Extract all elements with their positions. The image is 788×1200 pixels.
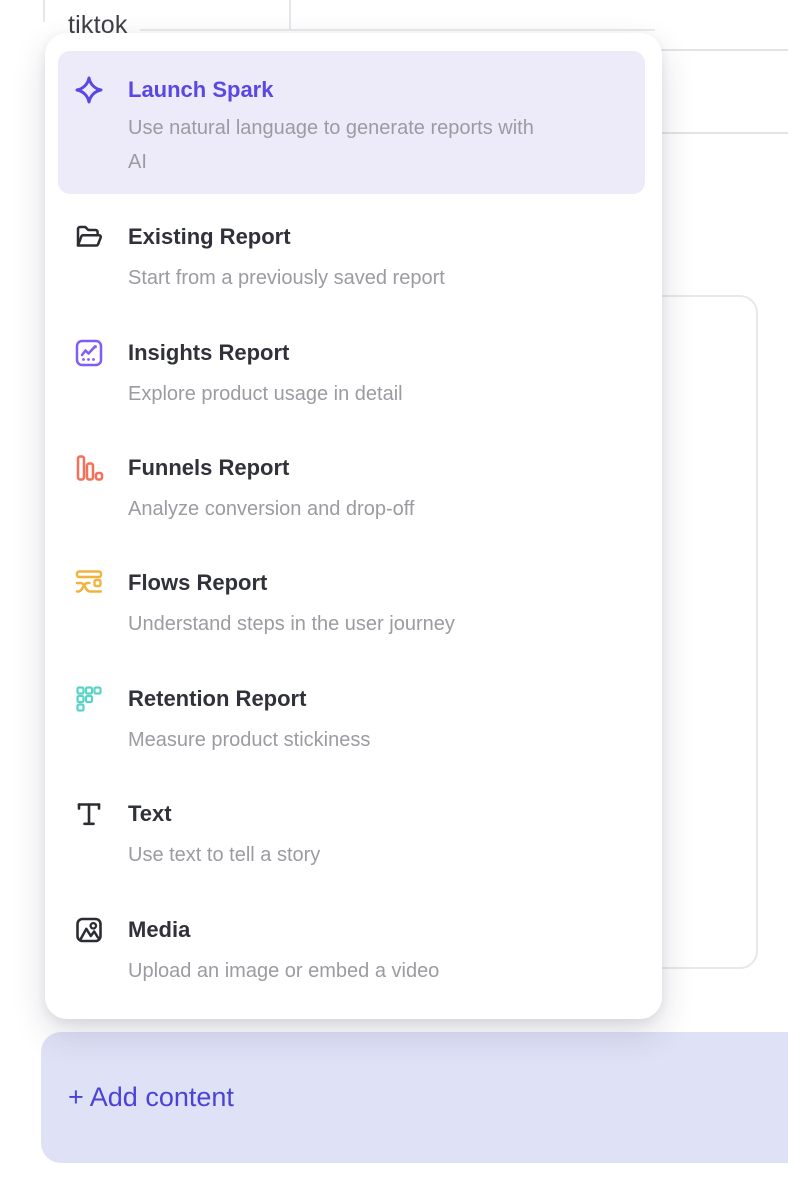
- menu-item-subtitle: Explore product usage in detail: [128, 379, 403, 409]
- board-row-divider: [660, 132, 788, 134]
- screen: tiktok Launch Spark Use natural language…: [0, 0, 788, 1200]
- menu-item-title: Media: [128, 915, 439, 945]
- menu-item-text: Launch Spark Use natural language to gen…: [128, 75, 534, 194]
- menu-item-title: Text: [128, 799, 320, 829]
- menu-item-subtitle: Understand steps in the user journey: [128, 609, 455, 639]
- add-content-button[interactable]: + Add content: [41, 1032, 788, 1163]
- menu-item-media[interactable]: Media Upload an image or embed a video: [74, 915, 439, 986]
- menu-item-flows-report[interactable]: Flows Report Understand steps in the use…: [74, 568, 455, 639]
- menu-item-text: Text Use text to tell a story: [128, 799, 320, 870]
- serif-t-icon: [74, 799, 104, 829]
- insights-chart-icon: [74, 338, 104, 368]
- board-row-divider: [140, 29, 655, 31]
- menu-item-launch-spark[interactable]: Launch Spark Use natural language to gen…: [58, 51, 645, 194]
- menu-item-text: Media Upload an image or embed a video: [128, 915, 439, 986]
- menu-item-insights-report[interactable]: Insights Report Explore product usage in…: [74, 338, 403, 409]
- spark-icon: [74, 75, 104, 105]
- funnel-bars-icon: [74, 453, 104, 483]
- menu-item-title: Funnels Report: [128, 453, 414, 483]
- menu-item-text: Insights Report Explore product usage in…: [128, 338, 403, 409]
- menu-item-text: Existing Report Start from a previously …: [128, 222, 445, 293]
- menu-item-subtitle: Start from a previously saved report: [128, 263, 445, 293]
- menu-item-text: Funnels Report Analyze conversion and dr…: [128, 453, 414, 524]
- menu-item-text-block[interactable]: Text Use text to tell a story: [74, 799, 320, 870]
- menu-item-title: Launch Spark: [128, 75, 534, 105]
- add-content-label: + Add content: [68, 1082, 234, 1113]
- board-column-divider: [43, 0, 45, 22]
- menu-item-subtitle: Use natural language to generate reports…: [128, 111, 534, 179]
- menu-item-text: Retention Report Measure product stickin…: [128, 684, 370, 755]
- menu-item-subtitle: Upload an image or embed a video: [128, 956, 439, 986]
- menu-item-text: Flows Report Understand steps in the use…: [128, 568, 455, 639]
- menu-item-retention-report[interactable]: Retention Report Measure product stickin…: [74, 684, 370, 755]
- menu-item-title: Retention Report: [128, 684, 370, 714]
- add-content-menu: Launch Spark Use natural language to gen…: [45, 33, 662, 1019]
- media-image-icon: [74, 915, 104, 945]
- menu-item-title: Existing Report: [128, 222, 445, 252]
- folder-open-icon: [74, 222, 104, 252]
- menu-item-subtitle: Measure product stickiness: [128, 725, 370, 755]
- board-column-divider: [289, 0, 291, 31]
- menu-item-subtitle: Use text to tell a story: [128, 840, 320, 870]
- menu-item-funnels-report[interactable]: Funnels Report Analyze conversion and dr…: [74, 453, 414, 524]
- menu-item-subtitle: Analyze conversion and drop-off: [128, 494, 414, 524]
- board-row-divider: [660, 49, 788, 51]
- flows-icon: [74, 568, 104, 598]
- menu-item-existing-report[interactable]: Existing Report Start from a previously …: [74, 222, 445, 293]
- menu-item-title: Flows Report: [128, 568, 455, 598]
- menu-item-title: Insights Report: [128, 338, 403, 368]
- retention-grid-icon: [74, 684, 104, 714]
